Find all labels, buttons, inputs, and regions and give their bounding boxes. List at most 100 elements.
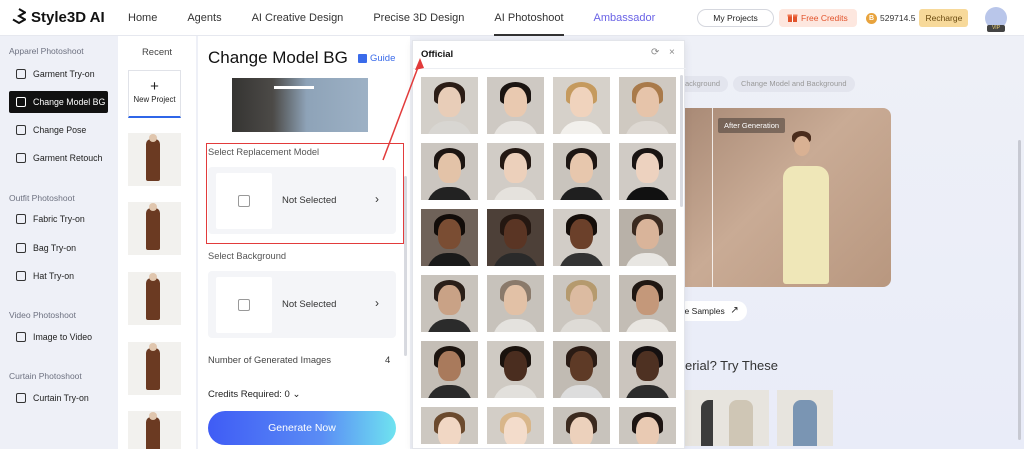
- compare-divider[interactable]: [712, 108, 713, 287]
- popup-scrollbar[interactable]: [680, 75, 683, 207]
- panel-scrollbar[interactable]: [404, 176, 407, 356]
- model-picker-popup: Official ⟳ ×: [412, 40, 686, 449]
- model-portrait[interactable]: [553, 275, 610, 332]
- credits-required-text: Credits Required: 0: [208, 389, 290, 400]
- model-portrait[interactable]: [553, 209, 610, 266]
- generate-now-button[interactable]: Generate Now: [208, 411, 396, 445]
- recent-thumbnail[interactable]: [128, 272, 181, 325]
- before-after-preview[interactable]: After Generation: [685, 108, 891, 287]
- popup-title: Official: [421, 49, 454, 60]
- sidebar-item-curtain-try-on[interactable]: Curtain Try-on: [9, 387, 108, 409]
- my-projects-button[interactable]: My Projects: [697, 9, 774, 27]
- new-project-button[interactable]: + New Project: [128, 70, 181, 118]
- model-portrait[interactable]: [619, 275, 676, 332]
- sidebar-item-garment-try-on[interactable]: Garment Try-on: [9, 63, 108, 85]
- recent-thumbnail[interactable]: [128, 133, 181, 186]
- arrow-up-right-icon: ↗: [730, 305, 739, 316]
- panel-title: Change Model BG: [208, 48, 348, 67]
- picture-icon: [238, 299, 250, 311]
- nav-ambassador[interactable]: Ambassador: [594, 0, 656, 36]
- recent-thumbnail[interactable]: [128, 411, 181, 449]
- style3d-logo-icon: [12, 8, 26, 25]
- page-scrollbar[interactable]: [1018, 140, 1021, 440]
- guide-link[interactable]: Guide: [358, 53, 395, 64]
- sample-thumbnail[interactable]: [713, 390, 769, 446]
- nav-ai-photoshoot[interactable]: AI Photoshoot: [494, 0, 564, 36]
- sidebar-section-curtain: Curtain Photoshoot: [9, 371, 82, 381]
- sidebar-item-label: Curtain Try-on: [33, 393, 89, 403]
- recent-thumbnail[interactable]: [128, 342, 181, 395]
- model-portrait[interactable]: [487, 275, 544, 332]
- model-portrait[interactable]: [421, 407, 478, 444]
- model-portrait[interactable]: [619, 407, 676, 444]
- free-credits-label: Free Credits: [801, 13, 848, 23]
- face-scan-icon: [238, 195, 250, 207]
- model-placeholder: [216, 173, 272, 229]
- background-placeholder: [216, 277, 272, 333]
- model-portrait[interactable]: [421, 143, 478, 200]
- select-model-label: Select Replacement Model: [208, 147, 320, 157]
- chevron-right-icon: ›: [375, 192, 379, 206]
- model-portrait[interactable]: [619, 77, 676, 134]
- background-value: Not Selected: [282, 299, 337, 310]
- model-portrait[interactable]: [487, 407, 544, 444]
- guide-label: Guide: [370, 53, 396, 64]
- model-portrait[interactable]: [421, 341, 478, 398]
- credits-balance: B 529714.5 Recharge: [866, 9, 969, 27]
- recharge-button[interactable]: Recharge: [919, 9, 969, 27]
- model-portrait[interactable]: [421, 209, 478, 266]
- after-generation-badge: After Generation: [718, 118, 786, 133]
- nav-precise-3d-design[interactable]: Precise 3D Design: [373, 0, 464, 36]
- logo-text: Style3D AI: [31, 8, 105, 26]
- model-portrait[interactable]: [487, 143, 544, 200]
- sidebar-section-apparel: Apparel Photoshoot: [9, 46, 84, 56]
- sidebar-item-label: Change Pose: [33, 125, 87, 135]
- sidebar-section-video: Video Photoshoot: [9, 310, 76, 320]
- sidebar-section-outfit: Outfit Photoshoot: [9, 193, 75, 203]
- model-portrait[interactable]: [619, 143, 676, 200]
- count-value[interactable]: 4: [385, 355, 390, 366]
- shirt-icon: [16, 69, 26, 79]
- model-portrait[interactable]: [487, 341, 544, 398]
- preview-area: ackground Change Model and Background Af…: [677, 36, 1024, 449]
- model-portrait[interactable]: [421, 275, 478, 332]
- model-portrait[interactable]: [487, 209, 544, 266]
- model-portrait[interactable]: [553, 143, 610, 200]
- sidebar-item-change-pose[interactable]: Change Pose: [9, 119, 108, 141]
- sidebar-item-label: Garment Retouch: [33, 153, 103, 163]
- model-portrait[interactable]: [487, 77, 544, 134]
- logo[interactable]: Style3D AI: [12, 8, 105, 26]
- nav-agents[interactable]: Agents: [187, 0, 221, 36]
- tab-change-model-and-background[interactable]: Change Model and Background: [733, 76, 855, 92]
- refresh-icon[interactable]: ⟳: [651, 47, 659, 58]
- chevron-down-icon: ⌄: [292, 389, 301, 400]
- model-portrait[interactable]: [553, 77, 610, 134]
- model-portrait[interactable]: [553, 407, 610, 444]
- video-icon: [16, 332, 26, 342]
- recent-thumbnail[interactable]: [128, 202, 181, 255]
- credits-required[interactable]: Credits Required: 0 ⌄: [208, 389, 300, 400]
- sidebar-item-change-model-bg[interactable]: Change Model BG: [9, 91, 108, 113]
- sidebar-item-garment-retouch[interactable]: Garment Retouch: [9, 147, 108, 169]
- sidebar-item-label: Hat Try-on: [33, 271, 75, 281]
- nav-ai-creative-design[interactable]: AI Creative Design: [252, 0, 344, 36]
- model-selector[interactable]: Not Selected ›: [208, 167, 396, 234]
- main-nav: Home Agents AI Creative Design Precise 3…: [128, 0, 685, 36]
- sidebar-item-bag-try-on[interactable]: Bag Try-on: [9, 237, 108, 259]
- sample-thumbnail[interactable]: [777, 390, 833, 446]
- sidebar-item-hat-try-on[interactable]: Hat Try-on: [9, 265, 108, 287]
- more-samples-button[interactable]: ore Samples ↗: [677, 301, 747, 321]
- background-selector[interactable]: Not Selected ›: [208, 271, 396, 338]
- model-portrait[interactable]: [553, 341, 610, 398]
- close-icon[interactable]: ×: [669, 47, 675, 58]
- model-portrait[interactable]: [619, 341, 676, 398]
- model-portrait[interactable]: [619, 209, 676, 266]
- pose-icon: [16, 125, 26, 135]
- recent-title: Recent: [141, 47, 173, 58]
- sidebar-item-fabric-try-on[interactable]: Fabric Try-on: [9, 208, 108, 230]
- model-portrait[interactable]: [421, 77, 478, 134]
- free-credits-button[interactable]: Free Credits: [779, 9, 857, 27]
- sidebar-item-image-to-video[interactable]: Image to Video: [9, 326, 108, 348]
- sidebar-item-label: Change Model BG: [33, 97, 106, 107]
- nav-home[interactable]: Home: [128, 0, 157, 36]
